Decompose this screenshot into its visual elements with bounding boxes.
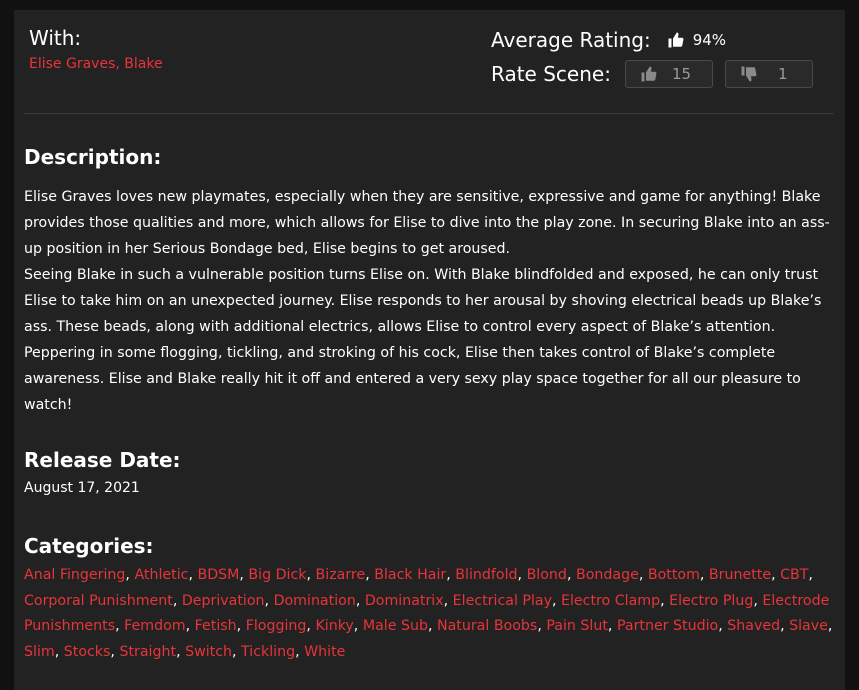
category-link[interactable]: BDSM [197, 567, 239, 583]
category-link[interactable]: Male Sub [363, 618, 428, 634]
description-text: Elise Graves loves new playmates, especi… [24, 184, 836, 418]
average-rating-row: Average Rating: 94% [491, 26, 831, 54]
category-link[interactable]: Straight [119, 644, 176, 660]
category-separator: , [427, 618, 437, 634]
category-link[interactable]: Deprivation [182, 593, 265, 609]
thumbs-down-count: 1 [777, 65, 788, 83]
category-separator: , [185, 618, 195, 634]
category-link[interactable]: Dominatrix [365, 593, 444, 609]
category-link[interactable]: Bondage [576, 567, 639, 583]
performer-list: Elise Graves, Blake [29, 56, 163, 72]
rate-scene-label: Rate Scene: [491, 62, 611, 86]
category-separator: , [306, 567, 316, 583]
release-date-title: Release Date: [24, 448, 181, 472]
category-link[interactable]: Pain Slut [546, 618, 608, 634]
average-rating-value: 94% [692, 31, 727, 49]
section-divider [24, 113, 834, 114]
category-separator: , [355, 592, 365, 609]
rating-section: Average Rating: 94% Rate Scene: 15 1 [491, 26, 831, 88]
category-separator: , [517, 567, 527, 583]
categories-title: Categories: [24, 534, 154, 558]
category-separator: , [808, 567, 813, 583]
category-separator: , [172, 592, 182, 609]
category-link[interactable]: Bizarre [316, 567, 366, 583]
category-link[interactable]: Domination [274, 593, 356, 609]
category-link[interactable]: Tickling [241, 644, 295, 660]
average-rating-label: Average Rating: [491, 28, 651, 52]
category-link[interactable]: Kinky [315, 618, 353, 634]
thumbs-up-icon [641, 66, 657, 82]
category-separator: , [537, 618, 547, 634]
performer-link[interactable]: Blake [124, 56, 162, 72]
category-separator: , [54, 643, 64, 660]
category-link[interactable]: Stocks [64, 644, 111, 660]
performer-separator: , [115, 56, 125, 72]
thumbs-down-button[interactable]: 1 [724, 60, 813, 88]
with-label: With: [29, 26, 82, 50]
description-paragraph: Elise Graves loves new playmates, especi… [24, 189, 830, 257]
description-paragraph: Seeing Blake in such a vulnerable positi… [24, 267, 822, 413]
release-date-value: August 17, 2021 [24, 480, 140, 496]
category-separator: , [566, 567, 576, 583]
category-link[interactable]: Corporal Punishment [24, 593, 173, 609]
category-link[interactable]: Blond [527, 567, 567, 583]
category-separator: , [718, 618, 728, 634]
category-link[interactable]: Partner Studio [617, 618, 718, 634]
category-separator: , [780, 618, 790, 634]
thumbs-down-icon [741, 66, 757, 82]
category-separator: , [443, 592, 453, 609]
category-separator: , [607, 618, 617, 634]
category-link[interactable]: Electro Clamp [561, 593, 660, 609]
category-link[interactable]: CBT [780, 567, 808, 583]
category-separator: , [236, 618, 246, 634]
category-link[interactable]: Black Hair [374, 567, 446, 583]
category-separator: , [638, 567, 648, 583]
category-separator: , [353, 618, 363, 634]
category-separator: , [660, 592, 670, 609]
category-link[interactable]: Bottom [648, 567, 700, 583]
rate-scene-row: Rate Scene: 15 1 [491, 60, 831, 88]
category-link[interactable]: Fetish [195, 618, 237, 634]
category-link[interactable]: Electrical Play [453, 593, 552, 609]
category-link[interactable]: Anal Fingering [24, 567, 125, 583]
category-list: Anal Fingering, Athletic, BDSM, Big Dick… [24, 563, 836, 665]
performer-link[interactable]: Elise Graves [29, 56, 115, 72]
description-title: Description: [24, 145, 162, 169]
category-link[interactable]: Femdom [124, 618, 185, 634]
thumbs-up-count: 15 [671, 65, 692, 83]
category-link[interactable]: Flogging [246, 618, 307, 634]
category-link[interactable]: Shaved [727, 618, 780, 634]
thumbs-up-icon [668, 32, 684, 48]
category-separator: , [232, 643, 242, 660]
category-separator: , [771, 567, 781, 583]
category-separator: , [365, 567, 375, 583]
category-link[interactable]: White [304, 644, 345, 660]
category-separator: , [115, 618, 125, 634]
category-link[interactable]: Electro Plug [669, 593, 753, 609]
category-separator: , [176, 643, 186, 660]
category-link[interactable]: Switch [185, 644, 232, 660]
category-separator: , [699, 567, 709, 583]
category-link[interactable]: Brunette [709, 567, 771, 583]
category-link[interactable]: Blindfold [455, 567, 517, 583]
scene-info-panel: With: Elise Graves, Blake Average Rating… [14, 10, 845, 690]
category-link[interactable]: Athletic [134, 567, 188, 583]
category-separator: , [295, 643, 305, 660]
category-separator: , [827, 618, 833, 634]
category-separator: , [446, 567, 456, 583]
category-separator: , [551, 592, 562, 609]
category-link[interactable]: Big Dick [248, 567, 306, 583]
category-link[interactable]: Natural Boobs [437, 618, 537, 634]
with-section: With: Elise Graves, Blake [29, 26, 163, 72]
category-link[interactable]: Slim [24, 644, 55, 660]
thumbs-up-button[interactable]: 15 [624, 60, 713, 88]
category-link[interactable]: Slave [789, 618, 828, 634]
category-separator: , [264, 592, 274, 609]
